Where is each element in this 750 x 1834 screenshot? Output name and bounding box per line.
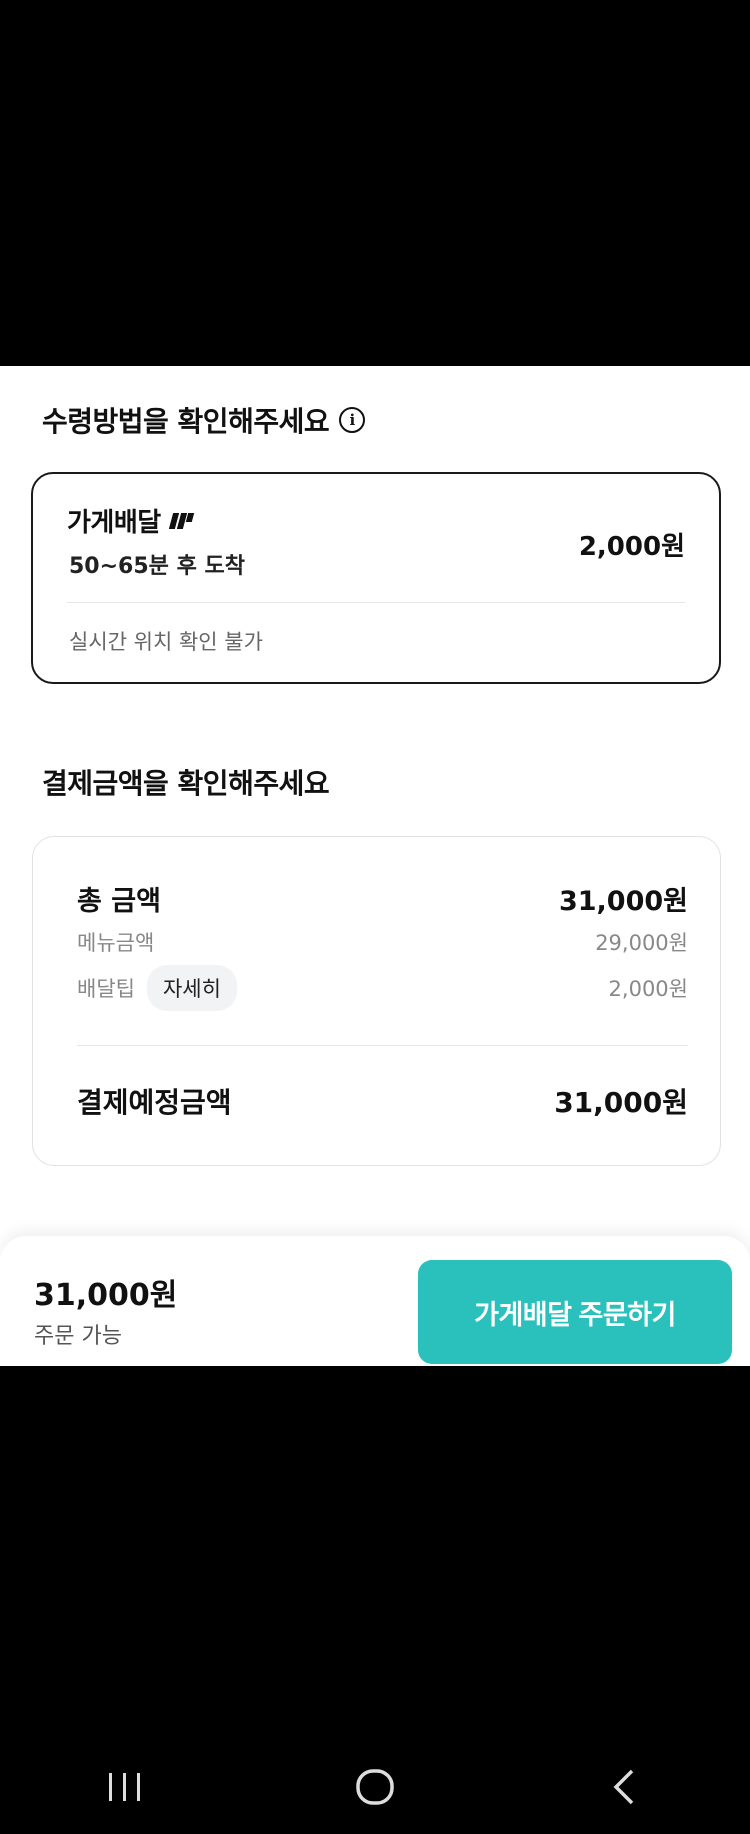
final-amount-label: 결제예정금액 [77, 1086, 232, 1119]
menu-amount-label: 메뉴금액 [77, 931, 155, 955]
final-amount-value: 31,000원 [554, 1086, 688, 1119]
info-icon[interactable]: i [339, 407, 366, 433]
payment-section-title: 결제금액을 확인해주세요 [42, 767, 330, 800]
order-button[interactable]: 가게배달 주문하기 [418, 1260, 732, 1364]
final-amount-row: 결제예정금액 31,000원 [77, 1081, 688, 1121]
back-icon[interactable] [565, 1757, 685, 1817]
delivery-option-name: 가게배달 [67, 502, 195, 539]
delivery-price: 2,000원 [578, 532, 685, 562]
baemin-logo-icon [168, 511, 195, 531]
menu-amount-row: 메뉴금액 29,000원 [77, 927, 688, 957]
total-amount-row: 총 금액 31,000원 [77, 879, 688, 918]
tip-detail-button[interactable]: 자세히 [146, 965, 237, 1011]
store-delivery-option[interactable]: 가게배달 50~65분 후 도착 2,000원 실시간 위치 확인 불가 [31, 472, 721, 684]
order-total-price: 31,000원 [34, 1278, 178, 1313]
delivery-option-name-text: 가게배달 [67, 508, 161, 538]
order-status: 주문 가능 [34, 1324, 122, 1349]
menu-amount-value: 29,000원 [595, 931, 688, 955]
delivery-eta: 50~65분 후 도착 [69, 554, 245, 579]
delivery-tip-label-group: 배달팁 자세히 [77, 965, 237, 1011]
delivery-tip-value: 2,000원 [608, 977, 688, 1001]
total-amount-label: 총 금액 [77, 886, 161, 917]
divider [77, 1045, 688, 1046]
pickup-section-title-text: 수령방법을 확인해주세요 [42, 405, 330, 438]
home-icon[interactable] [315, 1757, 435, 1817]
delivery-tip-label: 배달팁 [77, 977, 135, 1001]
bottom-order-bar: 31,000원 주문 가능 가게배달 주문하기 [0, 1236, 750, 1366]
delivery-note: 실시간 위치 확인 불가 [69, 630, 263, 654]
total-amount-value: 31,000원 [558, 886, 688, 917]
system-nav-bar [0, 1740, 750, 1834]
order-sheet: 수령방법을 확인해주세요 i 가게배달 50~65분 후 도착 2,000원 실… [0, 366, 750, 1366]
blank-top-area [0, 0, 750, 366]
divider [67, 602, 685, 603]
recent-apps-icon[interactable] [65, 1757, 185, 1817]
delivery-tip-row: 배달팁 자세히 2,000원 [77, 965, 688, 1011]
pickup-section-title: 수령방법을 확인해주세요 i [42, 400, 366, 440]
payment-summary-card: 총 금액 31,000원 메뉴금액 29,000원 배달팁 자세히 2,000원… [32, 836, 721, 1166]
